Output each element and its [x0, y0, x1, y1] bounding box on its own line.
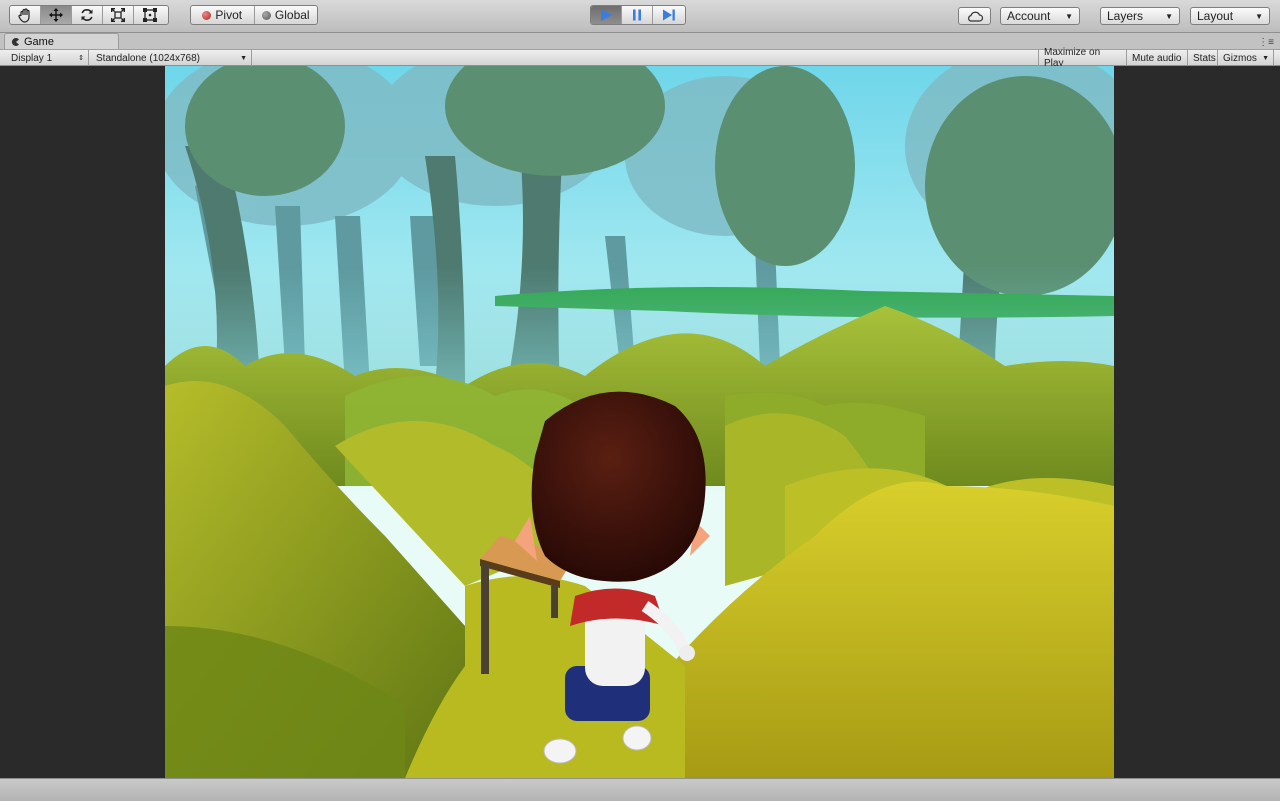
pivot-toggle-group: Pivot Global: [190, 5, 318, 25]
status-bar: [0, 778, 1280, 801]
chevron-down-icon: ▼: [1255, 11, 1263, 21]
scale-icon: [111, 8, 125, 22]
panel-menu-icon[interactable]: ⋮≡: [1258, 37, 1274, 48]
layers-dropdown[interactable]: Layers ▼: [1100, 7, 1180, 25]
game-tab-icon: [11, 38, 19, 46]
step-icon: [662, 9, 675, 21]
mute-audio-toggle[interactable]: Mute audio: [1127, 50, 1188, 66]
play-button[interactable]: [591, 6, 622, 24]
updown-arrow-icon: ⇕: [78, 55, 84, 62]
chevron-down-icon: ▼: [1262, 54, 1269, 62]
maximize-on-play-toggle[interactable]: Maximize on Play: [1038, 47, 1127, 69]
account-dropdown[interactable]: Account ▼: [1000, 7, 1080, 25]
main-toolbar: Pivot Global Account ▼ Layers ▼ Layout ▼: [0, 0, 1280, 33]
playback-controls: [590, 5, 686, 25]
hand-icon: [18, 8, 30, 23]
rotate-tool-button[interactable]: [72, 6, 103, 24]
chevron-down-icon: ▼: [1065, 11, 1073, 21]
global-button[interactable]: Global: [255, 6, 318, 24]
pause-button[interactable]: [622, 6, 653, 24]
hand-tool-button[interactable]: [10, 6, 41, 24]
tab-game[interactable]: Game: [4, 33, 119, 50]
play-icon: [601, 9, 612, 21]
gizmos-dropdown[interactable]: Gizmos ▼: [1218, 50, 1274, 66]
game-render: [165, 66, 1114, 778]
game-scene[interactable]: [165, 66, 1114, 778]
pause-icon: [633, 9, 641, 21]
layout-dropdown[interactable]: Layout ▼: [1190, 7, 1270, 25]
chevron-down-icon: ▼: [1165, 11, 1173, 21]
chevron-down-icon: ▼: [240, 54, 247, 62]
pivot-icon: [202, 10, 212, 20]
pivot-button[interactable]: Pivot: [191, 6, 255, 24]
cloud-icon: [967, 11, 983, 22]
scale-tool-button[interactable]: [103, 6, 134, 24]
move-icon: [49, 8, 63, 22]
move-tool-button[interactable]: [41, 6, 72, 24]
cloud-button[interactable]: [958, 7, 991, 25]
stats-toggle[interactable]: Stats: [1188, 50, 1218, 66]
resolution-dropdown[interactable]: Standalone (1024x768) ▼: [91, 50, 252, 66]
transform-tools: [9, 5, 169, 25]
game-viewport[interactable]: [0, 66, 1280, 778]
rect-icon: [142, 8, 157, 22]
rect-tool-button[interactable]: [134, 6, 165, 24]
rotate-icon: [81, 9, 93, 21]
globe-icon: [261, 10, 271, 20]
display-dropdown[interactable]: Display 1 ⇕: [6, 50, 89, 66]
step-button[interactable]: [653, 6, 684, 24]
game-view-controls: Display 1 ⇕ Standalone (1024x768) ▼ Maxi…: [0, 47, 1280, 69]
